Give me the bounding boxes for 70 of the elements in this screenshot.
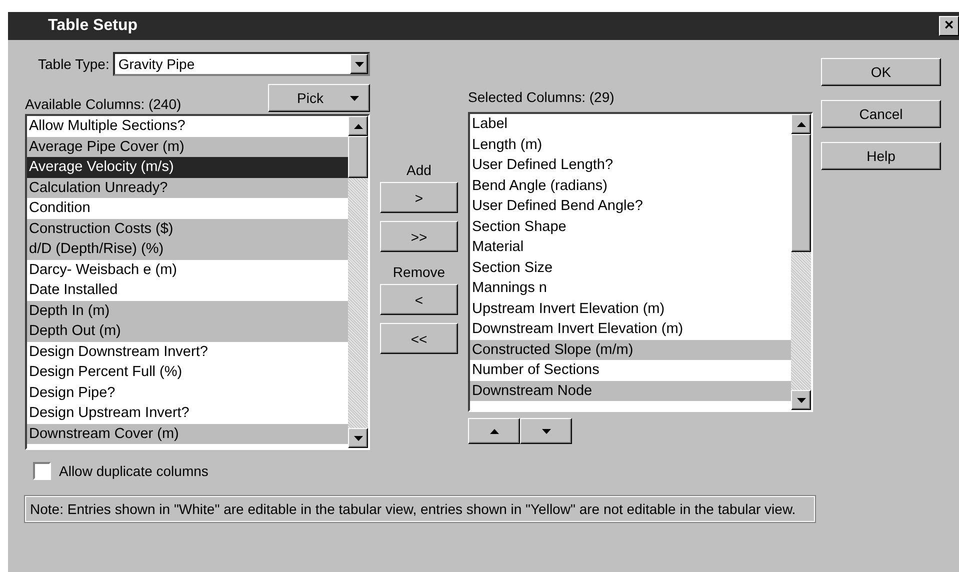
list-item[interactable]: Upstream Invert Elevation (m) <box>470 298 791 319</box>
add-label: Add <box>406 161 432 180</box>
list-item[interactable]: Depth In (m) <box>27 300 348 321</box>
move-down-button[interactable] <box>520 418 572 444</box>
scrollbar[interactable] <box>348 116 368 448</box>
table-type-label: Table Type: <box>38 56 110 72</box>
scroll-down-button[interactable] <box>791 390 811 410</box>
list-item[interactable]: Constructed Slope (m/m) <box>470 340 791 360</box>
list-item[interactable]: Condition <box>27 198 348 218</box>
checkbox-label: Allow duplicate columns <box>59 463 208 479</box>
pick-button[interactable]: Pick <box>268 84 370 112</box>
add-button[interactable]: > <box>380 182 458 213</box>
window-title: Table Setup <box>48 17 138 35</box>
list-item[interactable]: d/D (Depth/Rise) (%) <box>27 239 348 260</box>
list-item[interactable]: Average Pipe Cover (m) <box>27 136 348 157</box>
list-item[interactable]: Depth Out (m) <box>27 321 348 342</box>
table-type-dropdown[interactable]: Gravity Pipe <box>113 52 370 76</box>
list-item[interactable]: Calculation Unready? <box>27 178 348 198</box>
move-up-button[interactable] <box>468 418 520 444</box>
list-item[interactable]: Design Percent Full (%) <box>27 362 348 382</box>
up-arrow-icon <box>354 124 362 128</box>
add-button[interactable]: >> <box>380 221 458 252</box>
list-item[interactable]: User Defined Length? <box>470 155 791 176</box>
scroll-up-button[interactable] <box>791 114 811 134</box>
scroll-thumb[interactable] <box>791 134 811 252</box>
scroll-thumb[interactable] <box>348 136 368 178</box>
list-item[interactable]: Length (m) <box>470 134 791 155</box>
checkbox[interactable] <box>33 462 51 480</box>
down-arrow-icon <box>354 436 362 440</box>
dialog-button[interactable]: Help <box>821 142 941 170</box>
list-item[interactable]: Downstream Node <box>470 380 791 401</box>
list-item[interactable]: Design Upstream Invert? <box>27 403 348 424</box>
list-item[interactable]: Number of Sections <box>470 360 791 380</box>
selected-columns-label: Selected Columns: (29) <box>468 88 616 107</box>
scrollbar[interactable] <box>791 114 811 410</box>
list-item[interactable]: Construction Costs ($) <box>27 218 348 239</box>
list-item[interactable]: Allow Multiple Sections? <box>27 116 348 136</box>
scroll-down-button[interactable] <box>348 428 368 448</box>
remove-button[interactable]: << <box>380 323 458 354</box>
list-item[interactable]: Downstream Invert Elevation (m) <box>470 319 791 340</box>
available-columns-label: Available Columns: (240) <box>25 96 182 112</box>
remove-button[interactable]: < <box>380 284 458 315</box>
dialog-button[interactable]: Cancel <box>821 100 941 128</box>
list-item[interactable]: Darcy- Weisbach e (m) <box>27 260 348 280</box>
list-item[interactable]: Bend Angle (radians) <box>470 176 791 196</box>
list-item[interactable]: Label <box>470 114 791 134</box>
close-button[interactable]: × <box>939 16 959 36</box>
list-item[interactable]: Downstream Cover (m) <box>27 424 348 444</box>
dropdown-button[interactable] <box>350 54 368 74</box>
scroll-up-button[interactable] <box>348 116 368 136</box>
list-item[interactable]: Section Size <box>470 258 791 278</box>
note-text: Note: Entries shown in "White" are editable in the tabular view, entries shown in "Yellow" are not editable in the tabular view. <box>25 496 815 522</box>
list-item[interactable]: Mannings n <box>470 278 791 298</box>
column-list[interactable] <box>25 114 370 450</box>
caret-icon <box>354 62 364 66</box>
list-item[interactable]: Date Installed <box>27 280 348 300</box>
list-item[interactable]: Section Shape <box>470 216 791 237</box>
list-item[interactable]: Design Pipe? <box>27 382 348 403</box>
dialog-button[interactable]: OK <box>821 58 941 86</box>
up-arrow-icon <box>796 122 806 126</box>
list-item[interactable]: User Defined Bend Angle? <box>470 196 791 216</box>
down-arrow-icon <box>542 428 550 434</box>
list-item[interactable]: Design Downstream Invert? <box>27 342 348 362</box>
up-arrow-icon <box>490 428 498 434</box>
caret-icon <box>350 96 359 100</box>
list-item[interactable]: Average Velocity (m/s) <box>27 157 348 178</box>
column-list[interactable] <box>468 112 813 412</box>
remove-label: Remove <box>392 263 446 282</box>
down-arrow-icon <box>796 398 806 402</box>
list-item[interactable]: Material <box>470 237 791 258</box>
